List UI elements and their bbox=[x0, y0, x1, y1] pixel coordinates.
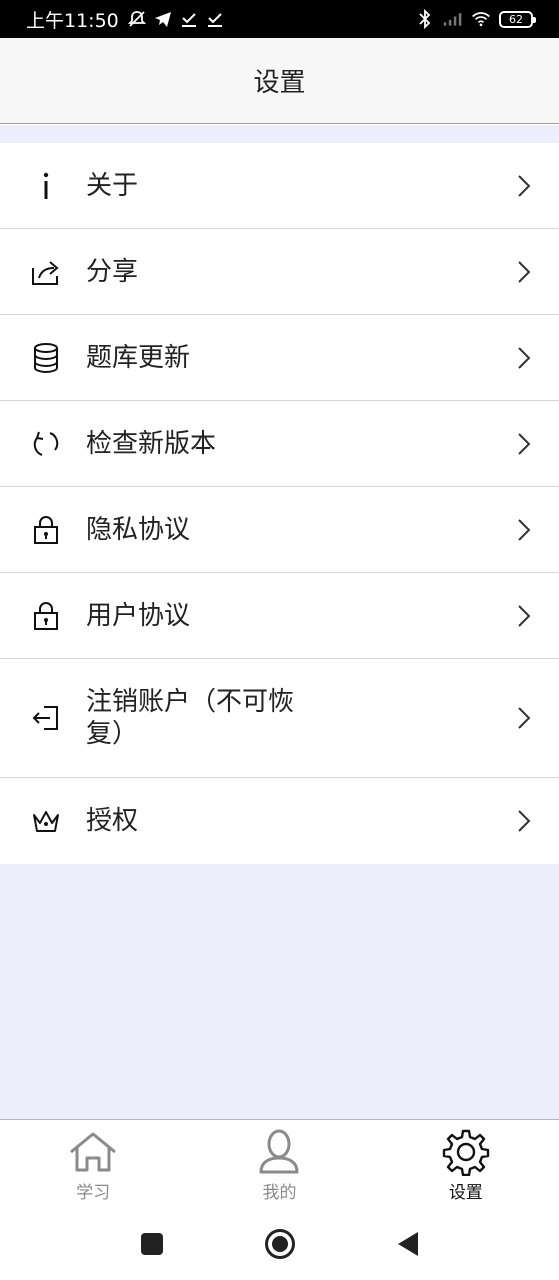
telegram-icon bbox=[153, 9, 173, 29]
battery-icon: 62 bbox=[499, 10, 536, 28]
menu-item-share[interactable]: 分享 bbox=[0, 229, 559, 315]
logout-icon bbox=[30, 702, 62, 734]
battery-level: 62 bbox=[509, 12, 523, 26]
menu-item-label: 隐私协议 bbox=[86, 514, 191, 545]
back-button[interactable] bbox=[390, 1226, 426, 1262]
status-right: 62 bbox=[415, 9, 536, 29]
menu-item-privacy-policy[interactable]: 隐私协议 bbox=[0, 487, 559, 573]
bottom-tab-bar: 学习 我的 设置 bbox=[0, 1119, 559, 1207]
page-title: 设置 bbox=[253, 68, 306, 98]
menu-item-check-update[interactable]: 检查新版本 bbox=[0, 401, 559, 487]
menu-item-label: 注销账户（不可恢复） bbox=[86, 687, 295, 749]
menu-item-user-agreement[interactable]: 用户协议 bbox=[0, 573, 559, 659]
menu-item-label: 关于 bbox=[86, 170, 139, 201]
home-icon bbox=[67, 1128, 119, 1176]
menu-item-label: 分享 bbox=[86, 256, 139, 287]
tab-label: 学习 bbox=[76, 1183, 111, 1203]
lock-icon bbox=[30, 514, 62, 546]
menu-item-authorization[interactable]: 授权 bbox=[0, 778, 559, 864]
status-notification-icons bbox=[127, 9, 225, 29]
tab-study[interactable]: 学习 bbox=[0, 1120, 186, 1207]
chevron-right-icon bbox=[517, 809, 531, 833]
home-button[interactable] bbox=[262, 1226, 298, 1262]
gear-icon bbox=[440, 1128, 492, 1176]
status-time: 上午11:50 bbox=[26, 9, 119, 32]
user-icon bbox=[253, 1128, 305, 1176]
download-done-icon bbox=[179, 9, 199, 29]
chevron-right-icon bbox=[517, 706, 531, 730]
menu-item-label: 题库更新 bbox=[86, 342, 191, 373]
crown-icon bbox=[30, 805, 62, 837]
refresh-icon bbox=[30, 428, 62, 460]
share-icon bbox=[30, 256, 62, 288]
tab-settings[interactable]: 设置 bbox=[373, 1120, 559, 1207]
bluetooth-icon bbox=[415, 9, 435, 29]
info-icon bbox=[30, 170, 62, 202]
menu-item-label: 用户协议 bbox=[86, 600, 191, 631]
menu-item-delete-account[interactable]: 注销账户（不可恢复） bbox=[0, 659, 559, 778]
lock-icon bbox=[30, 600, 62, 632]
menu-item-question-bank-update[interactable]: 题库更新 bbox=[0, 315, 559, 401]
menu-item-label: 检查新版本 bbox=[86, 428, 217, 459]
menu-item-about[interactable]: 关于 bbox=[0, 143, 559, 229]
chevron-right-icon bbox=[517, 604, 531, 628]
tab-label: 我的 bbox=[262, 1183, 297, 1203]
recents-button[interactable] bbox=[134, 1226, 170, 1262]
tab-mine[interactable]: 我的 bbox=[186, 1120, 372, 1207]
chevron-right-icon bbox=[517, 174, 531, 198]
signal-icon bbox=[443, 9, 463, 29]
status-bar: 上午11:50 62 bbox=[0, 0, 559, 38]
menu-item-label: 授权 bbox=[86, 806, 139, 836]
chevron-right-icon bbox=[517, 432, 531, 456]
download-done-icon bbox=[205, 9, 225, 29]
chevron-right-icon bbox=[517, 260, 531, 284]
chevron-right-icon bbox=[517, 346, 531, 370]
mute-icon bbox=[127, 9, 147, 29]
system-navigation-bar bbox=[0, 1207, 559, 1280]
header: 设置 bbox=[0, 38, 559, 124]
tab-label: 设置 bbox=[448, 1183, 483, 1203]
chevron-right-icon bbox=[517, 518, 531, 542]
settings-menu: 关于 分享 题库更新 检查新版本 隐私协议 用户协议 注销账户（不可恢复） 授权 bbox=[0, 143, 559, 864]
wifi-icon bbox=[471, 9, 491, 29]
database-icon bbox=[30, 342, 62, 374]
status-left: 上午11:50 bbox=[26, 6, 225, 33]
